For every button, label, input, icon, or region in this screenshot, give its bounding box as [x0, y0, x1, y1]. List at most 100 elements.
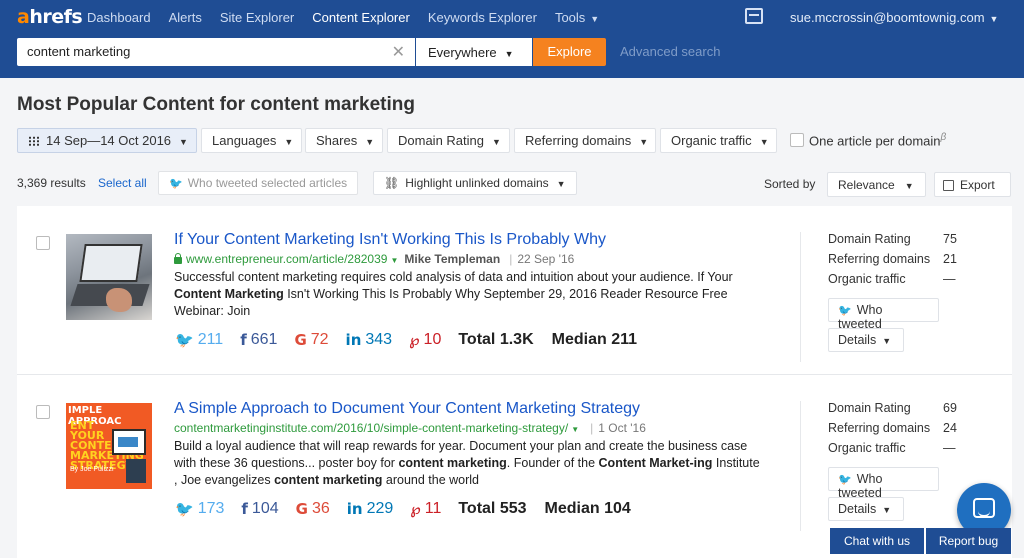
article-url[interactable]: www.entrepreneur.com/article/282039 [186, 252, 387, 266]
facebook-shares[interactable]: f 104 [241, 500, 278, 518]
search-bar: content marketing ✕ Everywhere ▼ Explore … [0, 34, 1024, 78]
languages-label: Languages [212, 133, 277, 148]
article-date: 22 Sep '16 [517, 252, 575, 266]
chevron-down-icon: ▼ [365, 137, 375, 147]
twitter-shares[interactable]: 🐦 173 [175, 500, 224, 518]
linkedin-shares[interactable]: in 229 [347, 500, 394, 518]
list-item: IMPLE APPROAC ENT YOUR CONTENT MARKETING… [17, 374, 1012, 542]
results-count: 3,369 results [17, 176, 86, 190]
linkedin-icon: in [346, 500, 363, 518]
twitter-icon: 🐦 [175, 331, 194, 349]
shares-filter[interactable]: Shares ▼ [305, 128, 383, 153]
divider [800, 232, 801, 362]
report-bug-button[interactable]: Report bug [926, 528, 1011, 554]
facebook-shares[interactable]: f 661 [240, 331, 277, 349]
ahrefs-logo[interactable]: ahrefs [17, 6, 87, 28]
pinterest-shares[interactable]: ℘ 11 [410, 500, 441, 518]
one-per-domain-checkbox[interactable] [790, 133, 804, 147]
total-shares: Total 1.3K [458, 331, 534, 348]
article-description: Build a loyal audience that will reap re… [174, 439, 760, 487]
advanced-search-link[interactable]: Advanced search [620, 44, 720, 59]
clear-icon[interactable]: ✕ [392, 42, 405, 62]
nav-tools[interactable]: Tools ▼ [555, 10, 599, 25]
sort-select[interactable]: Relevance ▼ [827, 172, 926, 197]
pinterest-shares[interactable]: ℘ 10 [409, 331, 441, 349]
organic-traffic-row: Organic traffic — [828, 272, 956, 286]
article-description: Successful content marketing requires co… [174, 270, 733, 318]
article-thumbnail[interactable]: IMPLE APPROAC ENT YOUR CONTENT MARKETING… [66, 403, 152, 489]
chevron-down-icon: ▼ [284, 137, 294, 147]
google-shares[interactable]: G 36 [296, 500, 330, 518]
organic-traffic-filter[interactable]: Organic traffic ▼ [660, 128, 777, 153]
who-tweeted-button[interactable]: 🐦 Who tweeted [828, 298, 939, 331]
twitter-icon: 🐦 [838, 474, 852, 486]
pinterest-icon: ℘ [409, 331, 420, 349]
nav-content-explorer[interactable]: Content Explorer [312, 10, 410, 25]
article-url[interactable]: contentmarketinginstitute.com/2016/10/si… [174, 421, 568, 435]
thumbnail-subheadline: ENT YOUR CONTENT MARKETING STRATEGY [70, 419, 144, 472]
shares-label: Shares [316, 133, 358, 148]
referring-domains-label: Referring domains [525, 133, 632, 148]
user-email: sue.mccrossin@boomtownig.com [790, 10, 985, 25]
details-dropdown[interactable]: Details ▼ [828, 497, 904, 521]
chevron-down-icon: ▼ [759, 137, 769, 147]
who-tweeted-selected-button[interactable]: 🐦 Who tweeted selected articles [158, 171, 359, 195]
export-button[interactable]: Export [934, 172, 1011, 197]
sorted-by-label: Sorted by [764, 177, 816, 191]
article-thumbnail[interactable] [66, 234, 152, 320]
article-date: 1 Oct '16 [598, 421, 646, 435]
domain-rating-row: Domain Rating 69 [828, 401, 957, 415]
median-shares: Median 104 [544, 500, 631, 517]
chevron-down-icon: ▼ [882, 336, 892, 346]
beta-badge: β [940, 132, 947, 143]
nav-site-explorer[interactable]: Site Explorer [220, 10, 294, 25]
pinterest-icon: ℘ [410, 500, 421, 518]
article-title[interactable]: A Simple Approach to Document Your Conte… [174, 400, 640, 418]
divider [800, 401, 801, 531]
search-input[interactable]: content marketing ✕ [17, 38, 415, 66]
page-title: Most Popular Content for content marketi… [17, 94, 415, 115]
twitter-icon: 🐦 [169, 178, 183, 190]
search-query: content marketing [27, 44, 131, 59]
inbox-icon[interactable] [745, 8, 763, 24]
details-dropdown[interactable]: Details ▼ [828, 328, 904, 352]
who-tweeted-button[interactable]: 🐦 Who tweeted [828, 467, 939, 500]
unlink-icon: ⛓ [384, 176, 400, 190]
nav-dashboard[interactable]: Dashboard [87, 10, 151, 25]
linkedin-icon: in [345, 331, 362, 349]
languages-filter[interactable]: Languages ▼ [201, 128, 302, 153]
chevron-down-icon: ▼ [492, 137, 501, 147]
list-item: If Your Content Marketing Isn't Working … [17, 206, 1012, 374]
referring-domains-filter[interactable]: Referring domains ▼ [514, 128, 656, 153]
facebook-icon: f [240, 331, 247, 349]
domain-rating-label: Domain Rating [398, 133, 484, 148]
twitter-shares[interactable]: 🐦 211 [175, 331, 223, 349]
chevron-down-icon[interactable]: ▼ [571, 425, 579, 434]
chevron-down-icon: ▼ [504, 49, 514, 59]
chat-with-us-button[interactable]: Chat with us [830, 528, 924, 554]
select-all-link[interactable]: Select all [98, 176, 147, 190]
domain-rating-filter[interactable]: Domain Rating ▼ [387, 128, 510, 153]
article-url-row: contentmarketinginstitute.com/2016/10/si… [174, 421, 646, 435]
row-checkbox[interactable] [36, 405, 50, 419]
explore-button[interactable]: Explore [533, 38, 606, 66]
top-navigation: ahrefs Dashboard Alerts Site Explorer Co… [0, 0, 1024, 34]
nav-keywords-explorer[interactable]: Keywords Explorer [428, 10, 537, 25]
lock-icon [174, 253, 182, 264]
total-shares: Total 553 [458, 500, 527, 517]
article-title[interactable]: If Your Content Marketing Isn't Working … [174, 231, 606, 249]
highlight-unlinked-dropdown[interactable]: ⛓ Highlight unlinked domains ▼ [373, 171, 577, 195]
row-checkbox[interactable] [36, 236, 50, 250]
chevron-down-icon: ▼ [590, 13, 600, 24]
user-menu[interactable]: sue.mccrossin@boomtownig.com ▼ [790, 10, 998, 25]
date-range-filter[interactable]: 14 Sep—14 Oct 2016 ▼ [17, 128, 197, 153]
scope-select[interactable]: Everywhere ▼ [416, 38, 532, 66]
nav-alerts[interactable]: Alerts [169, 10, 202, 25]
chevron-down-icon[interactable]: ▼ [390, 256, 398, 265]
results-list: If Your Content Marketing Isn't Working … [17, 206, 1012, 558]
linkedin-shares[interactable]: in 343 [346, 331, 393, 349]
thumbnail-byline: By Joe Pulizzi [70, 466, 114, 473]
chat-icon [973, 498, 995, 518]
facebook-icon: f [241, 500, 248, 518]
google-shares[interactable]: G 72 [294, 331, 328, 349]
